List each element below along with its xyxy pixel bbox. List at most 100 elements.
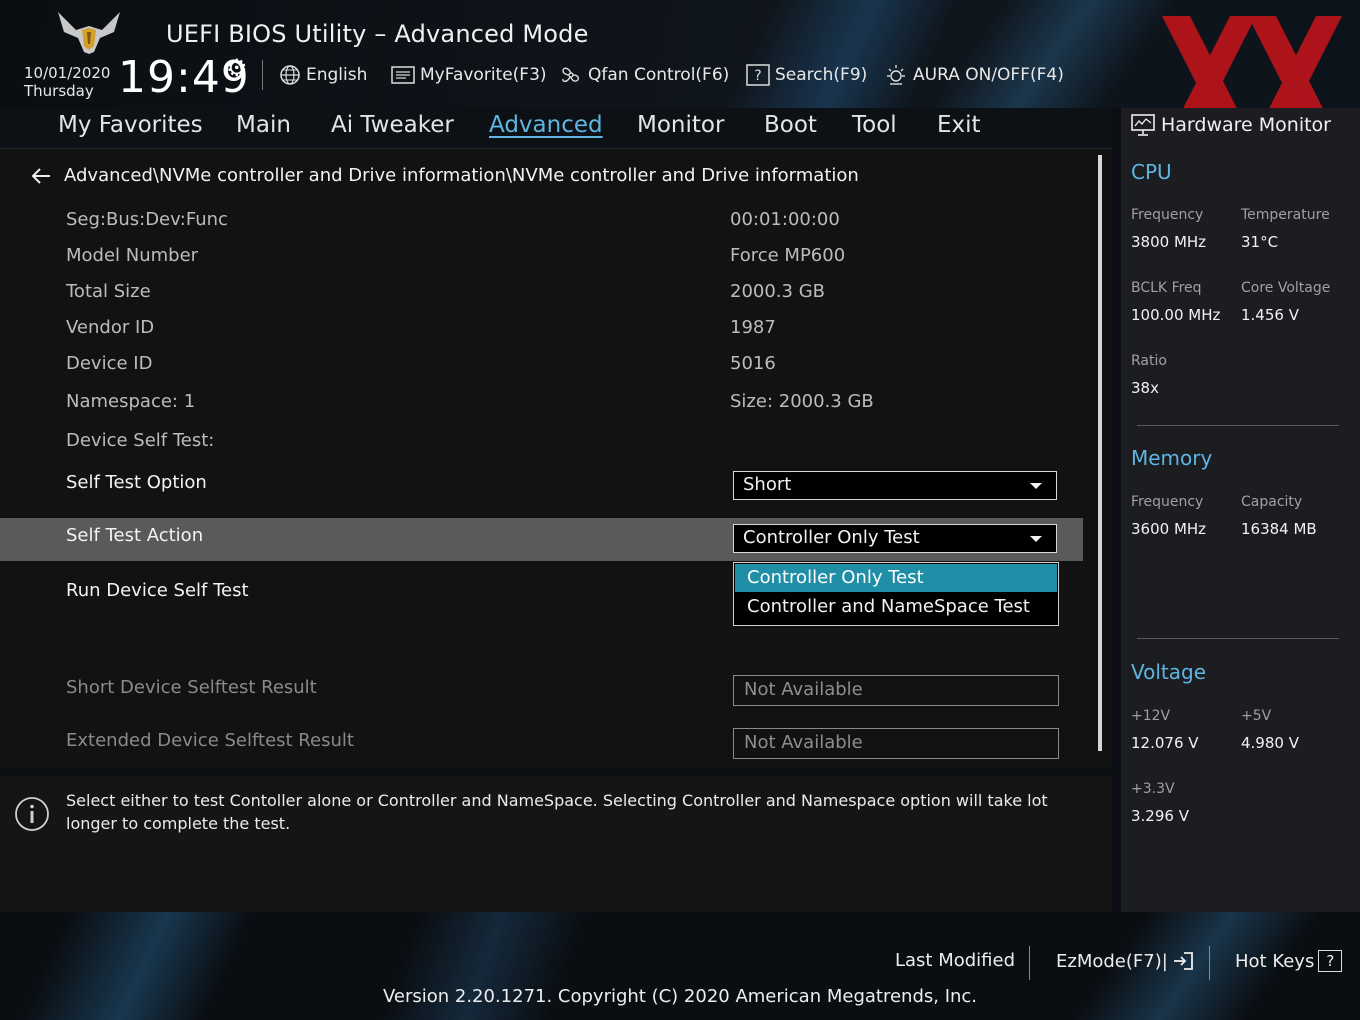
main-tab-bar: My Favorites Main Ai Tweaker Advanced Mo… bbox=[0, 108, 1112, 149]
tab-boot[interactable]: Boot bbox=[764, 112, 817, 138]
footer-divider bbox=[1029, 946, 1030, 980]
back-arrow-icon[interactable] bbox=[30, 166, 52, 186]
info-label-namespace: Namespace: 1 bbox=[66, 391, 196, 412]
monitor-icon bbox=[1131, 114, 1155, 136]
search-label: Search(F9) bbox=[775, 65, 868, 85]
info-value-device-id: 5016 bbox=[730, 353, 776, 374]
self-test-action-value: Controller Only Test bbox=[743, 527, 920, 548]
aura-light-icon bbox=[887, 65, 905, 85]
window-title: UEFI BIOS Utility – Advanced Mode bbox=[166, 20, 589, 48]
memory-capacity-value: 16384 MB bbox=[1241, 520, 1317, 538]
last-modified-button[interactable]: Last Modified bbox=[895, 950, 1015, 971]
tuf-gaming-logo-icon bbox=[58, 12, 120, 54]
hot-keys-button[interactable]: Hot Keys ? bbox=[1235, 950, 1343, 972]
date-text: 10/01/2020 bbox=[24, 64, 111, 82]
info-label-total-size: Total Size bbox=[66, 281, 151, 302]
memory-section-divider bbox=[1137, 638, 1339, 639]
info-value-total-size: 2000.3 GB bbox=[730, 281, 826, 302]
v33-label: +3.3V bbox=[1131, 781, 1175, 797]
tab-main[interactable]: Main bbox=[236, 112, 291, 138]
core-voltage-label: Core Voltage bbox=[1241, 280, 1331, 296]
info-value-segbusdevfunc: 00:01:00:00 bbox=[730, 209, 840, 230]
header-bar: UEFI BIOS Utility – Advanced Mode 10/01/… bbox=[0, 0, 1360, 138]
self-test-option-select[interactable]: Short bbox=[733, 471, 1057, 500]
search-button[interactable]: ? Search(F9) bbox=[746, 62, 867, 88]
tab-tool[interactable]: Tool bbox=[852, 112, 897, 138]
myfavorite-button[interactable]: MyFavorite(F3) bbox=[391, 62, 547, 88]
info-label-segbusdevfunc: Seg:Bus:Dev:Func bbox=[66, 209, 228, 230]
aura-label: AURA ON/OFF(F4) bbox=[913, 65, 1064, 85]
settings-panel: Advanced\NVMe controller and Drive infor… bbox=[0, 149, 1112, 767]
hardware-monitor-label: Hardware Monitor bbox=[1161, 114, 1331, 136]
breadcrumb-path: Advanced\NVMe controller and Drive infor… bbox=[64, 165, 859, 186]
self-test-action-dropdown: Controller Only Test Controller and Name… bbox=[733, 562, 1059, 626]
self-test-action-select[interactable]: Controller Only Test bbox=[733, 524, 1057, 553]
voltage-heading: Voltage bbox=[1131, 660, 1207, 684]
hot-keys-label: Hot Keys bbox=[1235, 950, 1315, 972]
device-self-test-heading: Device Self Test: bbox=[66, 430, 215, 451]
tab-ai-tweaker[interactable]: Ai Tweaker bbox=[331, 112, 454, 138]
help-panel: Select either to test Contoller alone or… bbox=[0, 776, 1112, 912]
cpu-heading: CPU bbox=[1131, 160, 1172, 184]
chevron-down-icon bbox=[1030, 483, 1042, 489]
short-selftest-result-label: Short Device Selftest Result bbox=[66, 677, 317, 698]
qfan-control-button[interactable]: Qfan Control(F6) bbox=[559, 62, 729, 88]
settings-scrollbar[interactable] bbox=[1098, 155, 1102, 751]
clock-settings-gear-icon[interactable]: ⚙ bbox=[226, 54, 248, 82]
core-voltage-value: 1.456 V bbox=[1241, 306, 1299, 324]
ezmode-button[interactable]: EzMode(F7)| bbox=[1056, 950, 1194, 972]
v5-label: +5V bbox=[1241, 708, 1272, 724]
info-value-model-number: Force MP600 bbox=[730, 245, 846, 266]
self-test-option-value: Short bbox=[743, 474, 792, 495]
dropdown-option-controller-and-namespace[interactable]: Controller and NameSpace Test bbox=[735, 593, 1057, 621]
favorite-list-icon bbox=[391, 66, 415, 84]
cpu-frequency-value: 3800 MHz bbox=[1131, 233, 1207, 251]
footer-divider bbox=[1209, 946, 1210, 980]
chevron-down-icon bbox=[1030, 536, 1042, 542]
ratio-label: Ratio bbox=[1131, 353, 1167, 369]
tab-my-favorites[interactable]: My Favorites bbox=[58, 112, 203, 138]
info-label-vendor-id: Vendor ID bbox=[66, 317, 155, 338]
bclk-freq-value: 100.00 MHz bbox=[1131, 306, 1221, 324]
breadcrumb: Advanced\NVMe controller and Drive infor… bbox=[30, 165, 859, 186]
dropdown-option-controller-only[interactable]: Controller Only Test bbox=[735, 564, 1057, 592]
memory-capacity-label: Capacity bbox=[1241, 494, 1303, 510]
cpu-frequency-label: Frequency bbox=[1131, 207, 1204, 223]
footer-bar: Last Modified EzMode(F7)| Hot Keys ? Ver… bbox=[0, 912, 1360, 1020]
memory-frequency-label: Frequency bbox=[1131, 494, 1204, 510]
ezmode-label: EzMode(F7)| bbox=[1056, 950, 1168, 972]
language-label: English bbox=[306, 65, 368, 85]
v33-value: 3.296 V bbox=[1131, 807, 1189, 825]
info-icon bbox=[15, 797, 49, 831]
v5-value: 4.980 V bbox=[1241, 734, 1299, 752]
cpu-temperature-label: Temperature bbox=[1241, 207, 1330, 223]
globe-icon bbox=[280, 65, 300, 85]
extended-selftest-result-label: Extended Device Selftest Result bbox=[66, 730, 354, 751]
hardware-monitor-panel: Hardware Monitor CPU Frequency Temperatu… bbox=[1121, 108, 1360, 912]
version-copyright: Version 2.20.1271. Copyright (C) 2020 Am… bbox=[382, 986, 978, 1007]
day-text: Thursday bbox=[24, 82, 94, 100]
memory-heading: Memory bbox=[1131, 446, 1213, 470]
tab-exit[interactable]: Exit bbox=[937, 112, 981, 138]
hardware-monitor-title: Hardware Monitor bbox=[1131, 114, 1331, 136]
cpu-section-divider bbox=[1137, 425, 1339, 426]
aura-toggle-button[interactable]: AURA ON/OFF(F4) bbox=[884, 62, 1064, 88]
exit-to-ezmode-icon bbox=[1173, 952, 1193, 970]
tab-monitor[interactable]: Monitor bbox=[637, 112, 724, 138]
self-test-action-label: Self Test Action bbox=[66, 525, 204, 546]
v12-value: 12.076 V bbox=[1131, 734, 1199, 752]
fan-icon bbox=[562, 67, 580, 83]
ratio-value: 38x bbox=[1131, 379, 1159, 397]
language-button[interactable]: English bbox=[279, 62, 367, 88]
self-test-option-label: Self Test Option bbox=[66, 472, 207, 493]
myfavorite-label: MyFavorite(F3) bbox=[420, 65, 547, 85]
bclk-freq-label: BCLK Freq bbox=[1131, 280, 1202, 296]
help-description: Select either to test Contoller alone or… bbox=[66, 791, 1048, 833]
short-selftest-result-field: Not Available bbox=[733, 675, 1059, 706]
qfan-control-label: Qfan Control(F6) bbox=[588, 65, 730, 85]
info-value-namespace: Size: 2000.3 GB bbox=[730, 391, 874, 412]
help-question-icon: ? bbox=[1318, 950, 1343, 972]
info-label-device-id: Device ID bbox=[66, 353, 153, 374]
run-device-self-test-item[interactable]: Run Device Self Test bbox=[66, 580, 249, 601]
tab-advanced[interactable]: Advanced bbox=[489, 112, 603, 138]
